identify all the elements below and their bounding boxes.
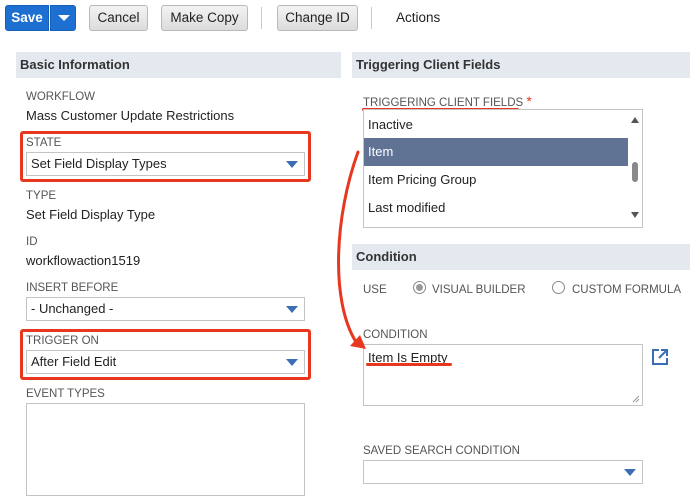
dropdown-caret-icon [624, 469, 636, 476]
visual-builder-radio[interactable] [413, 281, 426, 294]
condition-value-underline [366, 363, 452, 366]
triggering-client-fields-label: TRIGGERING CLIENT FIELDS * [363, 93, 532, 109]
event-types-field[interactable] [26, 403, 305, 496]
saved-search-condition-select[interactable] [363, 460, 643, 484]
type-value: Set Field Display Type [26, 207, 156, 222]
insert-before-value: - Unchanged - [31, 301, 114, 316]
save-options-dropdown-button[interactable] [50, 5, 76, 31]
condition-header: Condition [352, 244, 690, 270]
use-label: USE [363, 284, 387, 296]
workflow-value: Mass Customer Update Restrictions [26, 108, 235, 123]
toolbar-divider [261, 7, 262, 29]
required-asterisk: * [526, 93, 532, 109]
list-item-selected[interactable]: Item [364, 138, 628, 166]
custom-formula-radio[interactable] [552, 281, 565, 294]
state-highlight [20, 131, 311, 182]
saved-search-condition-label: SAVED SEARCH CONDITION [363, 445, 520, 457]
condition-label: CONDITION [363, 329, 428, 341]
list-item[interactable]: Inactive [364, 111, 628, 139]
condition-field[interactable]: Item Is Empty [363, 344, 643, 406]
type-label: TYPE [26, 190, 57, 202]
event-types-label: EVENT TYPES [26, 388, 105, 400]
triggering-client-fields-header: Triggering Client Fields [352, 52, 690, 78]
actions-menu[interactable]: Actions [396, 10, 440, 25]
visual-builder-label: VISUAL BUILDER [432, 284, 526, 296]
list-item[interactable]: Item Pricing Group [364, 166, 628, 194]
toolbar-divider [371, 7, 372, 29]
id-value: workflowaction1519 [26, 253, 141, 268]
open-external-icon[interactable] [651, 348, 669, 366]
trigger-on-highlight [20, 329, 311, 380]
workflow-label: WORKFLOW [26, 91, 95, 103]
cancel-button[interactable]: Cancel [89, 5, 148, 31]
insert-before-label: INSERT BEFORE [26, 282, 119, 294]
triggering-client-fields-listbox[interactable]: Inactive Item Item Pricing Group Last mo… [363, 109, 643, 228]
resize-grip-icon [632, 395, 640, 403]
scroll-down-arrow-icon[interactable] [631, 212, 639, 218]
id-label: ID [26, 236, 38, 248]
radio-dot-icon [416, 284, 423, 291]
list-item[interactable]: Last modified [364, 194, 628, 222]
save-button[interactable]: Save [5, 5, 49, 31]
insert-before-select[interactable]: - Unchanged - [26, 297, 305, 321]
scrollbar-thumb[interactable] [632, 162, 638, 182]
make-copy-button[interactable]: Make Copy [161, 5, 248, 31]
basic-information-header: Basic Information [16, 52, 341, 78]
custom-formula-label: CUSTOM FORMULA [572, 284, 682, 296]
dropdown-caret-icon [286, 306, 298, 313]
change-id-button[interactable]: Change ID [277, 5, 358, 31]
scroll-up-arrow-icon[interactable] [631, 117, 639, 123]
chevron-down-icon [58, 15, 70, 21]
listbox-scrollbar[interactable] [628, 110, 642, 227]
